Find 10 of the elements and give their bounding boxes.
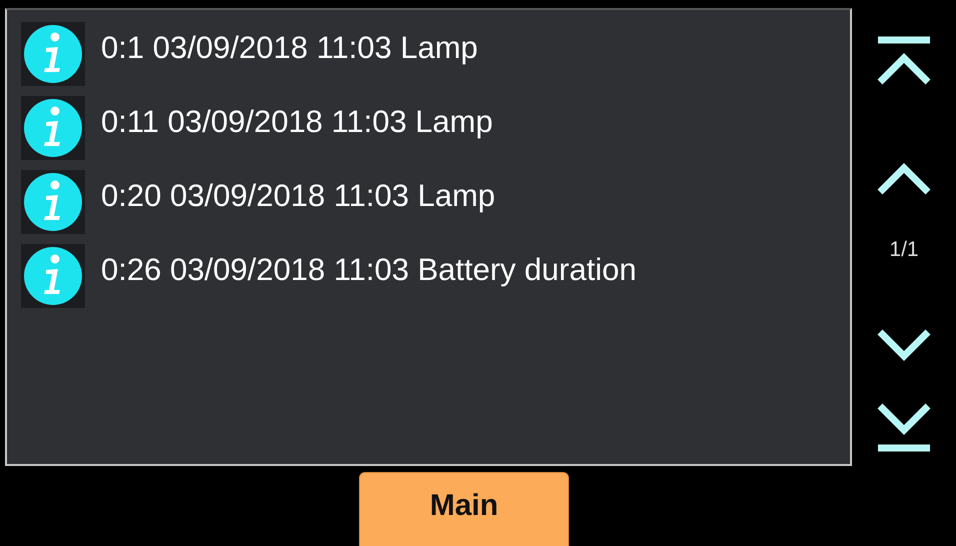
event-text: 0:26 03/09/2018 11:03 Battery duration [101,252,636,288]
info-icon [21,96,85,160]
event-text: 0:11 03/09/2018 11:03 Lamp [101,104,493,140]
event-text: 0:20 03/09/2018 11:03 Lamp [101,178,496,214]
page-indicator: 1/1 [889,238,919,262]
info-icon [21,170,85,234]
main-button[interactable]: Main [359,472,569,546]
event-text: 0:1 03/09/2018 11:03 Lamp [101,30,478,66]
info-icon [21,244,85,308]
info-icon [21,22,85,86]
